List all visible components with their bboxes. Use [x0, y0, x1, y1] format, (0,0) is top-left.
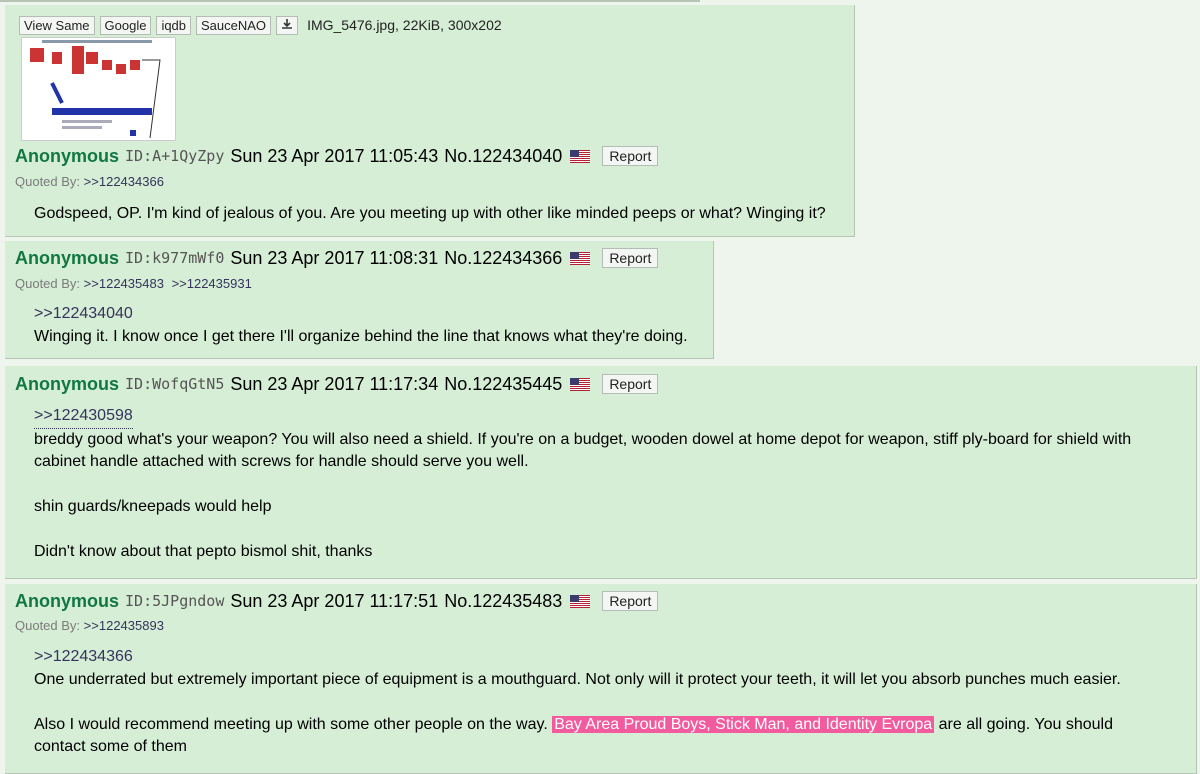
message-line: contact some of them	[34, 738, 187, 755]
post-header: Anonymous ID:WofqGtN5 Sun 23 Apr 2017 11…	[15, 373, 659, 395]
saucenao-search-button[interactable]: SauceNAO	[196, 15, 272, 35]
file-name[interactable]: IMG_5476.jpg, 22KiB, 300x202	[307, 17, 502, 33]
message-text: are all going. You should	[934, 715, 1113, 733]
post-number[interactable]: No.122434366	[444, 248, 562, 269]
poster-name: Anonymous	[15, 373, 120, 394]
quoted-by-link[interactable]: >>122435483	[84, 276, 164, 291]
message-line: Godspeed, OP. I'm kind of jealous of you…	[34, 205, 826, 222]
post-message: Godspeed, OP. I'm kind of jealous of you…	[34, 203, 826, 226]
message-line: cabinet handle attached with screws for …	[34, 453, 529, 470]
post-122435483: Anonymous ID:5JPgndow Sun 23 Apr 2017 11…	[5, 584, 1197, 774]
quoted-by: Quoted By: >>122435483 >>122435931	[15, 276, 256, 291]
post-122435445: Anonymous ID:WofqGtN5 Sun 23 Apr 2017 11…	[5, 366, 1197, 579]
post-datetime: Sun 23 Apr 2017 11:17:51	[230, 590, 439, 611]
reply-link[interactable]: >>122434366	[34, 646, 133, 669]
post-message: >>122434040 Winging it. I know once I ge…	[34, 303, 688, 348]
post-message: >>122434366 One underrated but extremely…	[34, 646, 1121, 759]
poster-name: Anonymous	[15, 145, 120, 166]
post-image-thumbnail[interactable]	[21, 37, 176, 141]
message-line: shin guards/kneepads would help	[34, 498, 272, 515]
us-flag-icon	[570, 594, 591, 608]
us-flag-icon	[570, 377, 591, 391]
post-header: Anonymous ID:A+1QyZpy Sun 23 Apr 2017 11…	[15, 145, 659, 167]
quoted-by-label: Quoted By:	[15, 276, 81, 291]
message-line: breddy good what's your weapon? You will…	[34, 430, 1132, 448]
quoted-by: Quoted By: >>122435893	[15, 618, 168, 633]
thread-divider	[0, 0, 700, 2]
poster-id[interactable]: ID:k977mWf0	[125, 249, 224, 267]
poster-id[interactable]: ID:A+1QyZpy	[125, 147, 224, 165]
file-info-bar: View Same Google iqdb SauceNAO IMG_5476.…	[19, 15, 502, 35]
poster-name: Anonymous	[15, 590, 120, 611]
view-same-button[interactable]: View Same	[19, 15, 95, 35]
message-line: Winging it. I know once I get there I'll…	[34, 327, 688, 345]
report-button[interactable]: Report	[602, 591, 659, 611]
message-line: Didn't know about that pepto bismol shit…	[34, 543, 373, 560]
poster-id[interactable]: ID:WofqGtN5	[125, 375, 224, 393]
report-button[interactable]: Report	[602, 146, 659, 166]
post-message: >>122430598 breddy good what's your weap…	[34, 405, 1131, 564]
poster-name: Anonymous	[15, 247, 120, 268]
message-text: Also I would recommend meeting up with s…	[34, 715, 553, 733]
iqdb-search-button[interactable]: iqdb	[156, 15, 192, 35]
post-datetime: Sun 23 Apr 2017 11:08:31	[230, 247, 439, 268]
google-search-button[interactable]: Google	[99, 15, 152, 35]
post-header: Anonymous ID:5JPgndow Sun 23 Apr 2017 11…	[15, 590, 659, 612]
us-flag-icon	[570, 251, 591, 265]
poster-id[interactable]: ID:5JPgndow	[125, 592, 224, 610]
reply-link[interactable]: >>122434040	[34, 303, 133, 326]
post-number[interactable]: No.122435445	[444, 374, 562, 395]
download-icon[interactable]	[276, 15, 299, 35]
post-header: Anonymous ID:k977mWf0 Sun 23 Apr 2017 11…	[15, 247, 659, 269]
post-datetime: Sun 23 Apr 2017 11:05:43	[230, 145, 439, 166]
quoted-by-label: Quoted By:	[15, 174, 81, 189]
post-122434040: View Same Google iqdb SauceNAO IMG_5476.…	[5, 5, 855, 237]
message-line: One underrated but extremely important p…	[34, 670, 1121, 688]
report-button[interactable]: Report	[602, 248, 659, 268]
quoted-by-link[interactable]: >>122434366	[84, 174, 164, 189]
quoted-by: Quoted By: >>122434366	[15, 174, 168, 189]
quoted-by-link[interactable]: >>122435931	[172, 276, 252, 291]
highlighted-text: Bay Area Proud Boys, Stick Man, and Iden…	[552, 715, 935, 733]
quoted-by-link[interactable]: >>122435893	[84, 618, 164, 633]
post-122434366: Anonymous ID:k977mWf0 Sun 23 Apr 2017 11…	[5, 241, 714, 359]
quoted-by-label: Quoted By:	[15, 618, 81, 633]
post-number[interactable]: No.122434040	[444, 146, 562, 167]
us-flag-icon	[570, 149, 591, 163]
post-datetime: Sun 23 Apr 2017 11:17:34	[230, 373, 439, 394]
reply-link[interactable]: >>122430598	[34, 405, 133, 429]
post-number[interactable]: No.122435483	[444, 591, 562, 612]
report-button[interactable]: Report	[602, 374, 659, 394]
message-line: Also I would recommend meeting up with s…	[34, 714, 1121, 737]
